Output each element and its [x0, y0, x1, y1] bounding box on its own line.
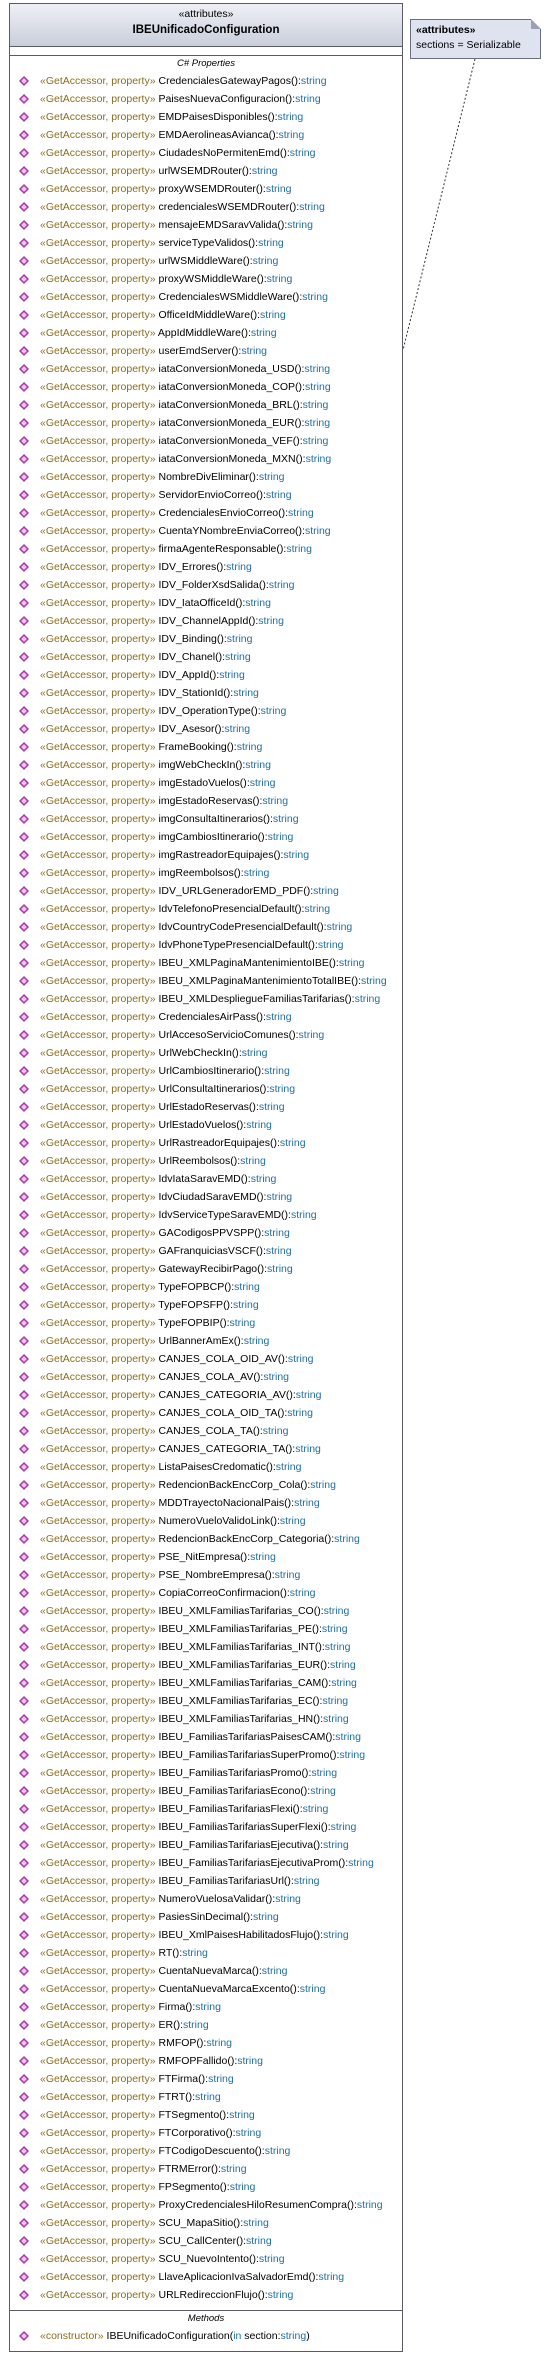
attributes-note[interactable]: «attributes» sections = Serializable: [410, 19, 541, 59]
note-key: sections: [416, 39, 455, 51]
note-anchor-line: [402, 58, 476, 351]
note-fold-corner: [531, 19, 541, 29]
note-connector: [402, 58, 476, 351]
note-value: Serializable: [466, 39, 521, 51]
note-title: «attributes»: [416, 24, 476, 36]
note-eq: =: [457, 39, 464, 51]
note-entry: sections = Serializable: [416, 37, 540, 53]
